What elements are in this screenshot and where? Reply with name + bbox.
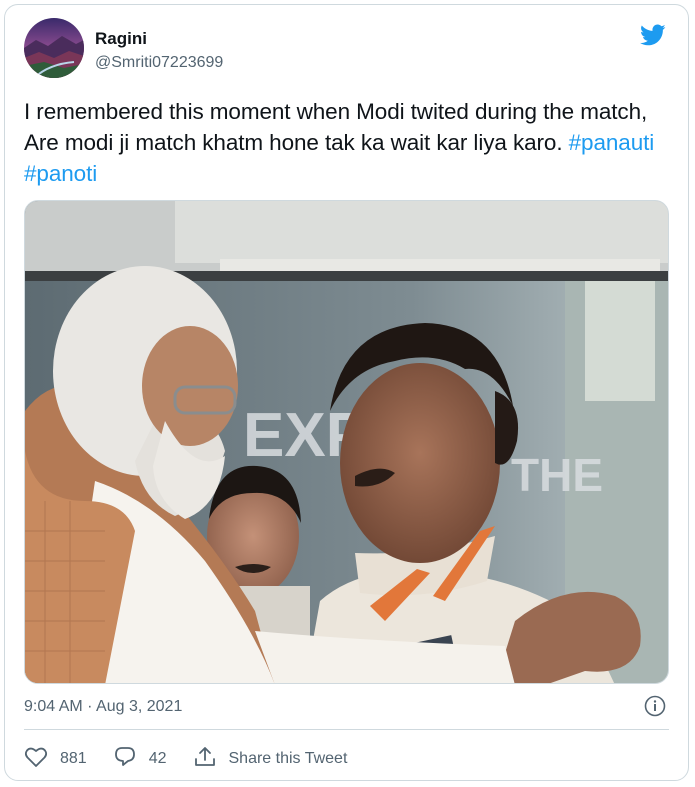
like-count: 881: [60, 750, 87, 767]
author-name[interactable]: Ragini: [95, 29, 147, 49]
reply-count: 42: [148, 750, 167, 767]
tweet-photo[interactable]: EXP THE: [24, 200, 669, 684]
heart-icon: [24, 746, 60, 773]
divider: [24, 729, 669, 730]
tweet-timestamp[interactable]: 9:04 AM · Aug 3, 2021: [24, 698, 182, 716]
tweet-body: I remembered this moment when Modi twite…: [24, 99, 648, 155]
reply-bubble-icon: [113, 746, 149, 773]
sign-text-right: THE: [511, 449, 603, 501]
hashtag-link[interactable]: #panauti: [569, 130, 655, 155]
hashtag-link[interactable]: #panoti: [24, 161, 97, 186]
share-label: Share this Tweet: [228, 750, 348, 767]
reply-button[interactable]: 42: [113, 746, 167, 773]
like-button[interactable]: 881: [24, 746, 87, 773]
tweet-card[interactable]: Ragini @Smriti07223699 I remembered this…: [4, 4, 689, 781]
action-bar: 881 42 Share this Tweet: [24, 745, 373, 773]
share-button[interactable]: Share this Tweet: [193, 746, 348, 773]
info-icon[interactable]: [644, 695, 666, 717]
avatar[interactable]: [24, 18, 84, 78]
author-handle[interactable]: @Smriti07223699: [95, 54, 223, 72]
share-icon: [193, 746, 229, 773]
tweet-text: I remembered this moment when Modi twite…: [24, 96, 672, 189]
twitter-bird-icon[interactable]: [639, 22, 667, 48]
